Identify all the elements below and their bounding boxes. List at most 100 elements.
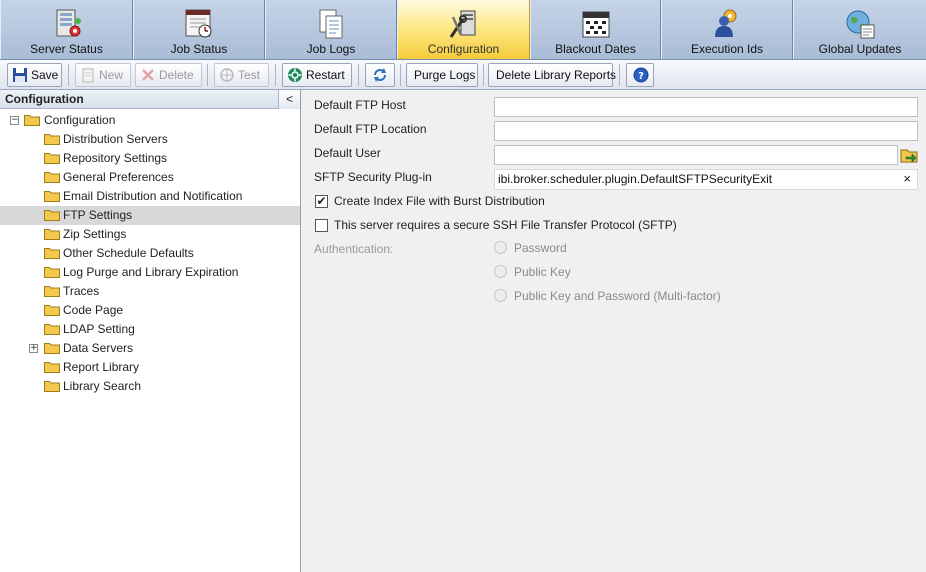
collapse-node-icon[interactable]: −	[10, 116, 19, 125]
default-ftp-location-input[interactable]	[494, 121, 918, 141]
job-status-icon	[185, 9, 212, 38]
restart-label: Restart	[306, 68, 345, 82]
tree-node-zip-settings[interactable]: Zip Settings	[0, 225, 300, 244]
save-button[interactable]: Save	[7, 63, 62, 87]
job-logs-icon	[319, 9, 343, 39]
sftp-required-checkbox[interactable]	[315, 219, 328, 232]
default-ftp-location-label: Default FTP Location	[314, 122, 427, 136]
refresh-button[interactable]	[365, 63, 395, 87]
collapse-panel-button[interactable]: <	[278, 90, 300, 109]
tree-node-ldap-setting[interactable]: LDAP Setting	[0, 320, 300, 339]
tree-node-report-library[interactable]: Report Library	[0, 358, 300, 377]
folder-icon	[44, 286, 60, 297]
svg-text:?: ?	[638, 71, 644, 82]
tree-node-log-purge[interactable]: Log Purge and Library Expiration	[0, 263, 300, 282]
default-user-label: Default User	[314, 146, 381, 160]
clear-field-icon[interactable]: ×	[903, 170, 911, 188]
default-user-input[interactable]	[494, 145, 898, 165]
auth-public-key-radio[interactable]	[494, 265, 507, 278]
tab-configuration[interactable]: Configuration	[397, 0, 530, 59]
restart-button[interactable]: Restart	[282, 63, 352, 87]
test-button[interactable]: Test	[214, 63, 269, 87]
sftp-plugin-input[interactable]: ibi.broker.scheduler.plugin.DefaultSFTPS…	[494, 169, 918, 190]
tree-node-traces[interactable]: Traces	[0, 282, 300, 301]
toolbar-separator	[207, 64, 208, 86]
new-document-icon	[82, 68, 94, 83]
tree-node-ftp-settings[interactable]: FTP Settings	[0, 206, 300, 225]
tab-label: Job Logs	[306, 42, 356, 56]
folder-icon	[44, 381, 60, 392]
tab-server-status[interactable]: Server Status	[0, 0, 133, 59]
auth-password-radio[interactable]	[494, 241, 507, 254]
folder-icon	[44, 210, 60, 221]
folder-icon	[44, 134, 60, 145]
tree-node-repository-settings[interactable]: Repository Settings	[0, 149, 300, 168]
tree-node-label: FTP Settings	[63, 208, 133, 222]
folder-icon	[44, 248, 60, 259]
tree-node-label: Repository Settings	[63, 151, 168, 165]
tab-execution-ids[interactable]: Execution Ids	[661, 0, 793, 59]
new-button[interactable]: New	[75, 63, 131, 87]
main-tab-bar: Server Status Job Status Job Logs Config…	[0, 0, 926, 60]
expand-node-icon[interactable]: +	[29, 344, 38, 353]
auth-public-key-label: Public Key	[514, 265, 571, 279]
tree-node-data-servers[interactable]: + Data Servers	[0, 339, 300, 358]
tree-node-code-page[interactable]: Code Page	[0, 301, 300, 320]
tree-node-general-preferences[interactable]: General Preferences	[0, 168, 300, 187]
sftp-required-label: This server requires a secure SSH File T…	[334, 218, 677, 232]
tab-global-updates[interactable]: Global Updates	[793, 0, 926, 59]
tree-panel-title: Configuration	[5, 92, 84, 106]
configuration-tree-panel: Configuration < − Configuration Distribu…	[0, 90, 301, 572]
tab-job-status[interactable]: Job Status	[133, 0, 265, 59]
toolbar-separator	[275, 64, 276, 86]
tab-job-logs[interactable]: Job Logs	[265, 0, 397, 59]
delete-library-reports-label: Delete Library Reports	[496, 68, 617, 82]
tree-node-label: Library Search	[63, 379, 142, 393]
sftp-plugin-label: SFTP Security Plug-in	[314, 170, 432, 184]
folder-icon	[44, 305, 60, 316]
folder-icon	[24, 115, 40, 126]
tab-label: Execution Ids	[690, 42, 764, 56]
delete-library-reports-button[interactable]: Delete Library Reports	[488, 63, 617, 87]
tree-node-label: Traces	[63, 284, 100, 298]
calendar-icon	[582, 11, 609, 38]
delete-button[interactable]: Delete	[135, 63, 202, 87]
create-index-label: Create Index File with Burst Distributio…	[334, 194, 545, 208]
ftp-settings-form: Default FTP Host Default FTP Location De…	[302, 90, 926, 572]
test-link-icon	[220, 68, 234, 82]
folder-icon	[44, 172, 60, 183]
tree-node-library-search[interactable]: Library Search	[0, 377, 300, 396]
tab-blackout-dates[interactable]: Blackout Dates	[530, 0, 661, 59]
folder-icon	[44, 229, 60, 240]
authentication-label: Authentication:	[314, 242, 394, 256]
default-ftp-host-input[interactable]	[494, 97, 918, 117]
tree-node-label: Zip Settings	[63, 227, 127, 241]
tree-panel-header: Configuration <	[0, 90, 300, 109]
browse-folder-icon[interactable]	[900, 146, 918, 164]
sftp-plugin-value: ibi.broker.scheduler.plugin.DefaultSFTPS…	[498, 172, 773, 186]
tree-node-label: LDAP Setting	[63, 322, 135, 336]
tree-node-email-distribution[interactable]: Email Distribution and Notification	[0, 187, 300, 206]
tree-node-label: Code Page	[63, 303, 124, 317]
toolbar-separator	[68, 64, 69, 86]
toolbar-separator	[358, 64, 359, 86]
tree-node-distribution-servers[interactable]: Distribution Servers	[0, 130, 300, 149]
tree-node-label: Log Purge and Library Expiration	[63, 265, 239, 279]
folder-icon	[44, 153, 60, 164]
tree-node-label: Email Distribution and Notification	[63, 189, 243, 203]
purge-logs-button[interactable]: Purge Logs	[406, 63, 478, 87]
tree-node-label: Data Servers	[63, 341, 134, 355]
tree-node-label: Distribution Servers	[63, 132, 168, 146]
help-button[interactable]: ?	[626, 63, 654, 87]
global-updates-icon	[846, 10, 875, 39]
folder-icon	[44, 362, 60, 373]
create-index-checkbox[interactable]: ✔	[315, 195, 328, 208]
tree-node-configuration[interactable]: − Configuration	[0, 111, 300, 130]
configuration-icon	[449, 10, 475, 38]
tab-label: Blackout Dates	[555, 42, 636, 56]
delete-label: Delete	[159, 68, 194, 82]
tree-node-other-schedule-defaults[interactable]: Other Schedule Defaults	[0, 244, 300, 263]
refresh-icon	[374, 68, 386, 82]
auth-multifactor-radio[interactable]	[494, 289, 507, 302]
folder-icon	[44, 191, 60, 202]
